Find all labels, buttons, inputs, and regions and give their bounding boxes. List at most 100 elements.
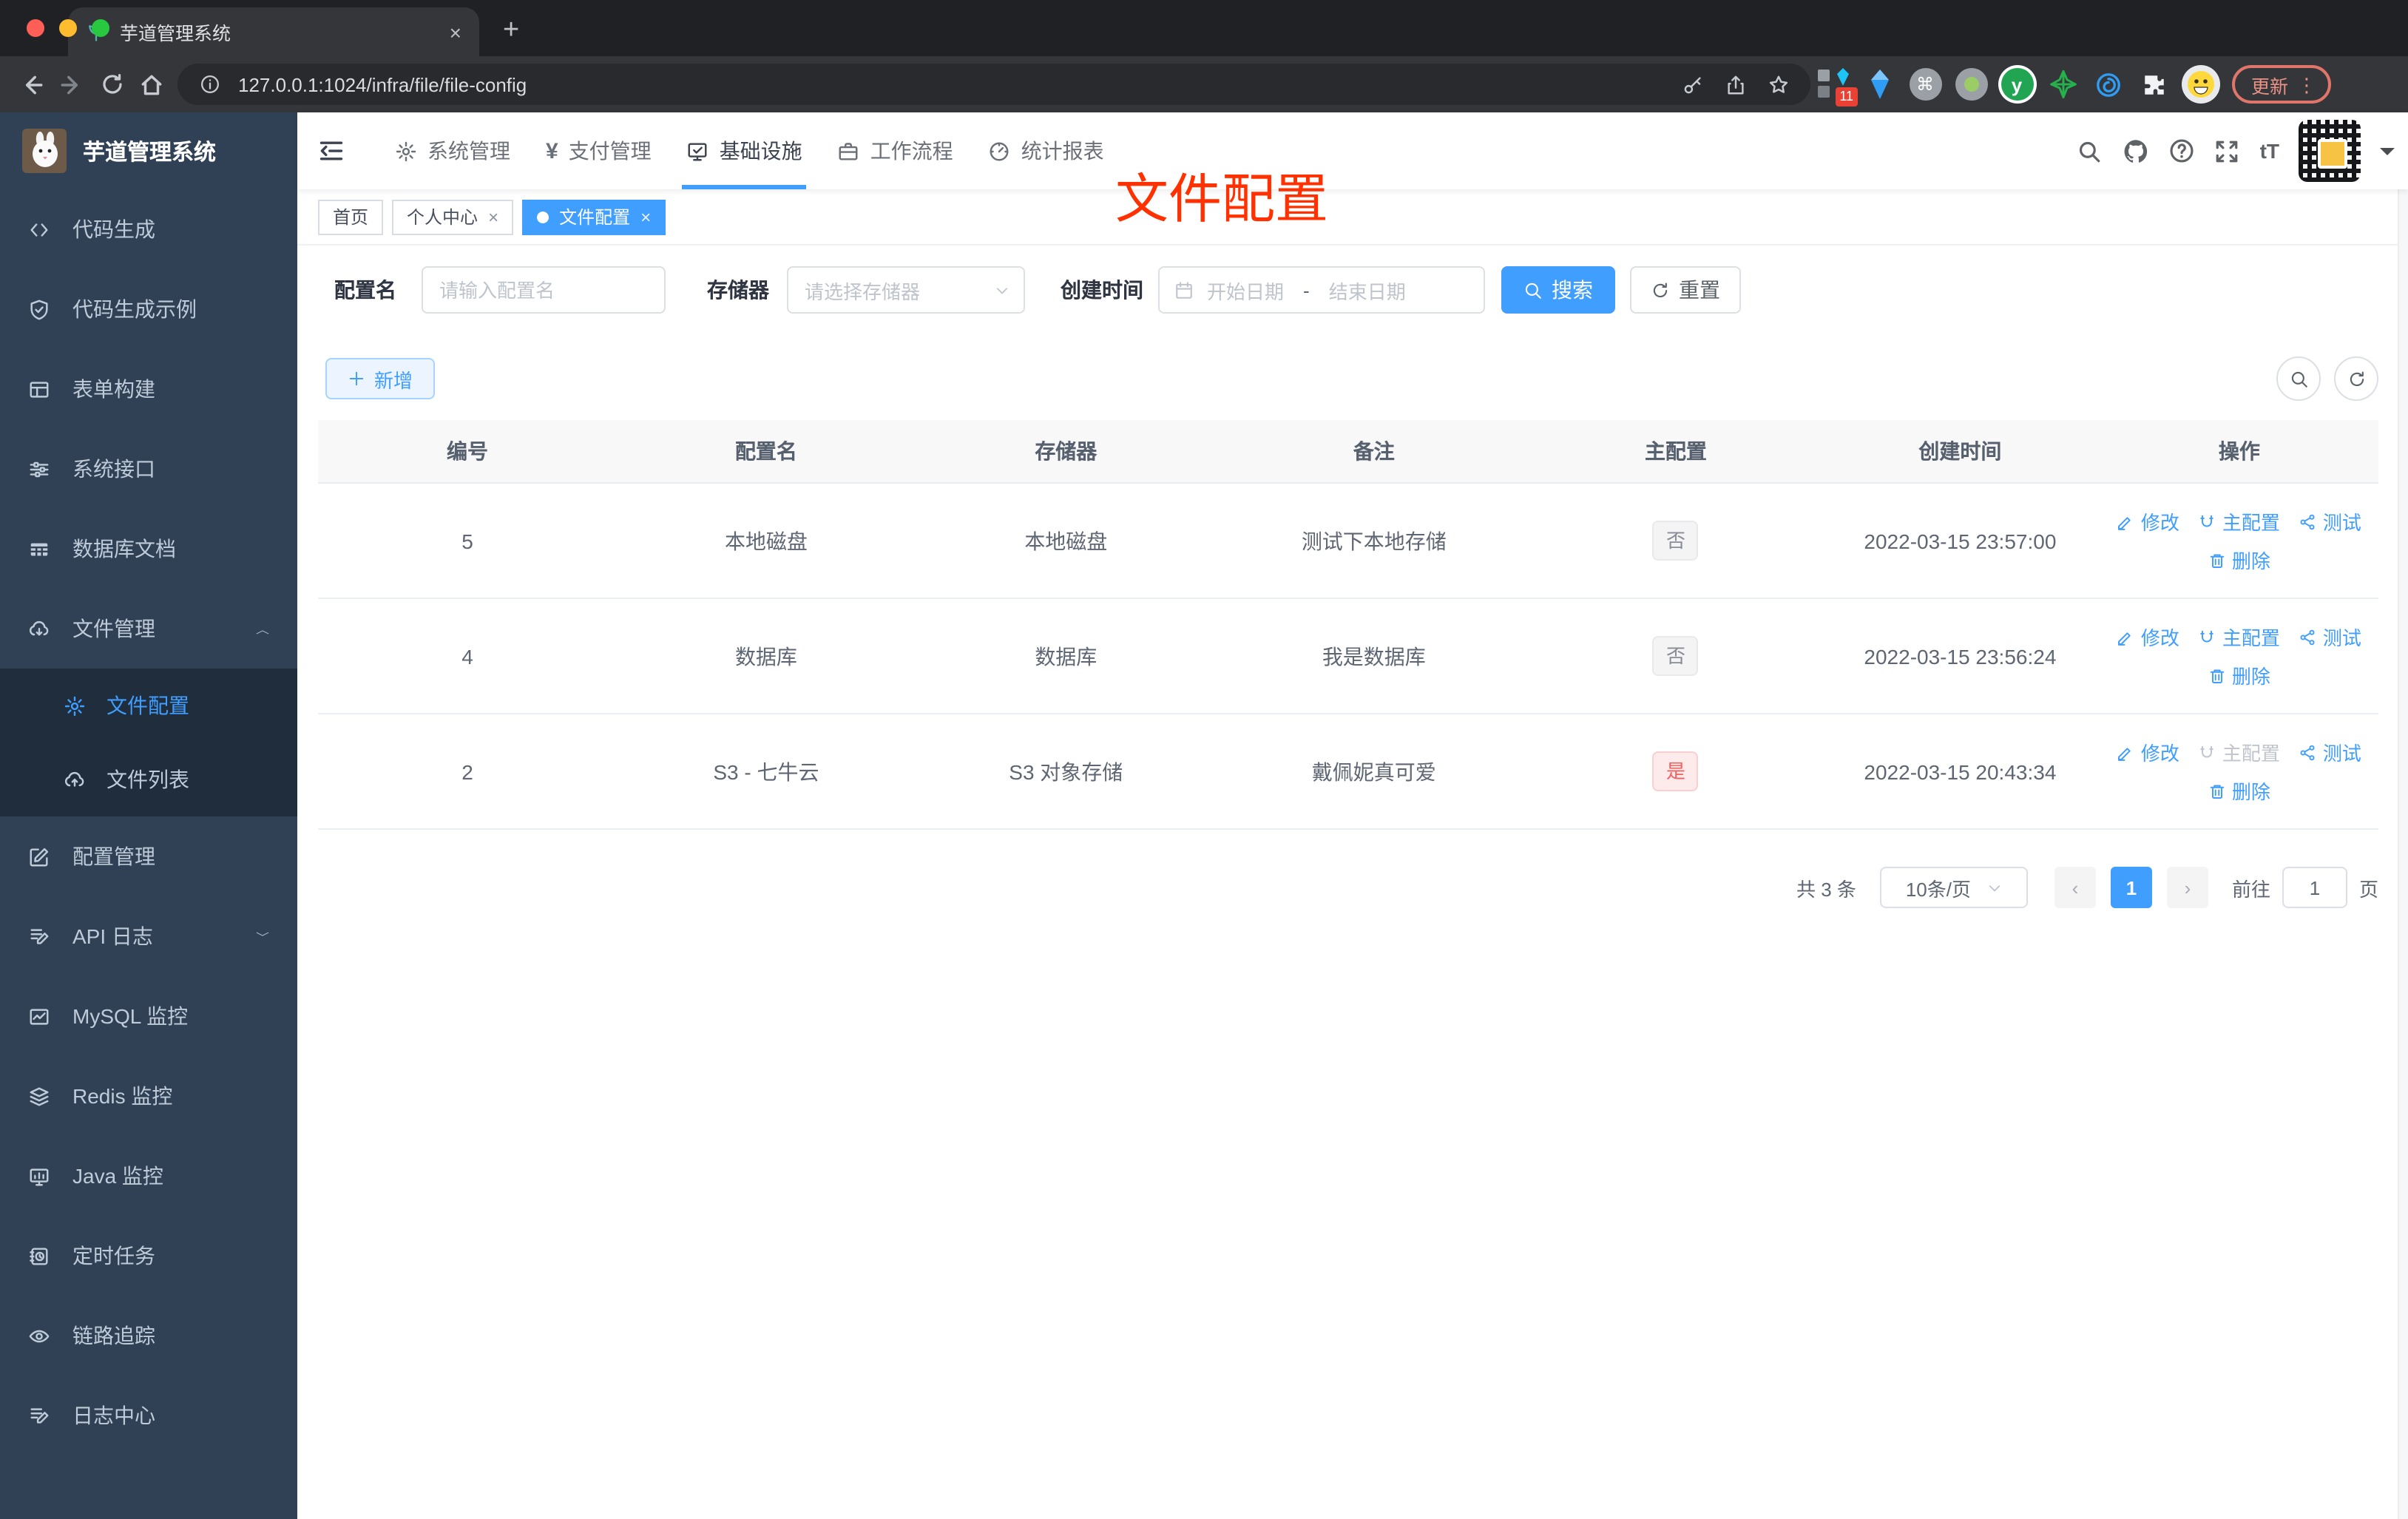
sidebar-item-redis-monitor[interactable]: Redis 监控: [0, 1056, 297, 1136]
storage-select[interactable]: 请选择存储器: [787, 266, 1025, 314]
extension-swirl-icon[interactable]: [2086, 64, 2131, 105]
delete-link[interactable]: 删除: [2208, 777, 2270, 805]
table-row: 2 S3 - 七牛云 S3 对象存储 戴佩妮真可爱 是 2022-03-15 2…: [318, 714, 2378, 830]
master-config-link[interactable]: 主配置: [2199, 507, 2280, 535]
goto-page-input[interactable]: [2282, 867, 2347, 908]
add-button[interactable]: 新增: [325, 358, 436, 399]
tag-file-config[interactable]: 文件配置 ×: [522, 199, 666, 234]
home-icon[interactable]: [132, 64, 172, 104]
close-icon[interactable]: ×: [488, 206, 498, 227]
sidebar-item-file-list[interactable]: 文件列表: [0, 742, 297, 816]
app-title: 芋道管理系统: [83, 140, 217, 165]
github-icon[interactable]: [2123, 138, 2149, 164]
sidebar-item-config-mgmt[interactable]: 配置管理: [0, 816, 297, 896]
password-key-icon[interactable]: [1677, 70, 1707, 99]
sidebar-item-mysql-monitor[interactable]: MySQL 监控: [0, 976, 297, 1056]
fullscreen-icon[interactable]: [2214, 138, 2241, 164]
search-button[interactable]: 搜索: [1501, 266, 1615, 314]
search-toggle-button[interactable]: [2276, 356, 2321, 401]
edit-link[interactable]: 修改: [2117, 738, 2179, 766]
tag-home[interactable]: 首页: [318, 199, 384, 234]
tab-close-icon[interactable]: ×: [450, 21, 461, 42]
page-content: 配置名 存储器 请选择存储器 创建时间 开始日期 - 结束日期: [297, 246, 2408, 1519]
search-icon[interactable]: [2077, 138, 2103, 164]
config-name-input[interactable]: [423, 268, 664, 312]
prev-page-button[interactable]: ‹: [2054, 867, 2096, 908]
date-range-picker[interactable]: 开始日期 - 结束日期: [1158, 266, 1485, 314]
sidebar-item-scheduled-jobs[interactable]: 定时任务: [0, 1216, 297, 1296]
font-size-icon[interactable]: tT: [2260, 139, 2279, 163]
reset-button[interactable]: 重置: [1630, 266, 1741, 314]
sidebar-item-api-log[interactable]: API 日志 ﹀: [0, 896, 297, 976]
page-size-select[interactable]: 10条/页: [1879, 867, 2028, 908]
delete-link[interactable]: 删除: [2208, 661, 2270, 689]
tag-profile[interactable]: 个人中心 ×: [392, 199, 514, 234]
nav-item-infrastructure[interactable]: 基础设施: [669, 112, 820, 189]
extension-spinel-icon[interactable]: [1856, 64, 1902, 105]
browser-menu-dots-icon[interactable]: ⋮: [2297, 75, 2316, 94]
sidebar-item-java-monitor[interactable]: Java 监控: [0, 1136, 297, 1216]
sidebar-item-tracing[interactable]: 链路追踪: [0, 1296, 297, 1376]
minimize-window-button[interactable]: [59, 19, 77, 37]
refresh-table-button[interactable]: [2334, 356, 2378, 401]
scrollbar-track[interactable]: [2398, 112, 2408, 1519]
share-icon[interactable]: [1720, 70, 1750, 99]
next-page-button[interactable]: ›: [2166, 867, 2208, 908]
config-name-input-wrap: [422, 266, 666, 314]
refresh-icon: [2349, 371, 2364, 386]
sidebar-item-code-demo[interactable]: 代码生成示例: [0, 269, 297, 349]
extension-puzzle-icon[interactable]: [2131, 64, 2177, 105]
sidebar-item-file-config[interactable]: 文件配置: [0, 669, 297, 742]
avatar[interactable]: [2299, 120, 2361, 182]
extension-dot-icon[interactable]: [1948, 64, 1994, 105]
sidebar-item-log-center[interactable]: 日志中心: [0, 1376, 297, 1455]
nav-item-system[interactable]: 系统管理: [377, 112, 528, 189]
forward-icon[interactable]: [52, 64, 92, 104]
sidebar-item-file-mgmt[interactable]: 文件管理 ︿: [0, 589, 297, 669]
sidebar-item-db-doc[interactable]: 数据库文档: [0, 509, 297, 589]
code-icon: [30, 223, 48, 236]
reload-icon[interactable]: [92, 64, 132, 104]
back-icon[interactable]: [12, 64, 52, 104]
extension-gem-icon[interactable]: 11: [1810, 64, 1858, 106]
sidebar-fold-icon[interactable]: [318, 138, 345, 164]
avatar-caret-down-icon[interactable]: [2380, 147, 2395, 162]
address-bar[interactable]: 127.0.0.1:1024/infra/file/file-config: [177, 64, 1810, 105]
test-link[interactable]: 测试: [2299, 738, 2361, 766]
browser-update-button[interactable]: 更新 ⋮: [2232, 65, 2332, 104]
browser-tab[interactable]: 芋道管理系统 ×: [68, 7, 479, 56]
delete-link[interactable]: 删除: [2208, 546, 2270, 574]
sidebar-item-code-gen[interactable]: 代码生成: [0, 189, 297, 269]
edit-link[interactable]: 修改: [2117, 623, 2179, 651]
master-config-link[interactable]: 主配置: [2199, 623, 2280, 651]
site-info-icon[interactable]: [195, 70, 225, 99]
nav-item-reports[interactable]: 统计报表: [971, 112, 1122, 189]
search-icon: [2290, 371, 2307, 387]
help-icon[interactable]: [2168, 138, 2195, 164]
doc-edit-icon: [30, 1407, 49, 1423]
edit-link[interactable]: 修改: [2117, 507, 2179, 535]
new-tab-button[interactable]: +: [503, 16, 519, 44]
bookmark-star-icon[interactable]: [1763, 70, 1793, 99]
table-header: 编号 配置名 存储器 备注 主配置 创建时间 操作: [318, 420, 2378, 484]
extension-cmd-icon[interactable]: ⌘: [1902, 64, 1948, 105]
close-icon[interactable]: ×: [640, 206, 651, 227]
close-window-button[interactable]: [27, 19, 44, 37]
app-header: 系统管理 ¥ 支付管理 基础设施 工作流程 统计报表 tT: [297, 112, 2408, 189]
sidebar-item-form-builder[interactable]: 表单构建: [0, 349, 297, 429]
maximize-window-button[interactable]: [92, 19, 109, 37]
sidebar-logo[interactable]: 芋道管理系统: [0, 112, 297, 189]
plus-icon: [349, 371, 364, 386]
test-link[interactable]: 测试: [2299, 623, 2361, 651]
url-text[interactable]: 127.0.0.1:1024/infra/file/file-config: [238, 73, 1664, 95]
current-page-button[interactable]: 1: [2110, 867, 2152, 908]
nav-item-workflow[interactable]: 工作流程: [820, 112, 971, 189]
eye-icon: [29, 1329, 50, 1342]
table-row: 4 数据库 数据库 我是数据库 否 2022-03-15 23:56:24 修改…: [318, 599, 2378, 714]
sidebar-item-system-api[interactable]: 系统接口: [0, 429, 297, 509]
extension-star-icon[interactable]: [2040, 64, 2086, 105]
extension-emoji-icon[interactable]: [2177, 64, 2223, 105]
test-link[interactable]: 测试: [2299, 507, 2361, 535]
extension-y-icon[interactable]: y: [1994, 64, 2040, 105]
nav-item-payment[interactable]: ¥ 支付管理: [528, 112, 669, 189]
